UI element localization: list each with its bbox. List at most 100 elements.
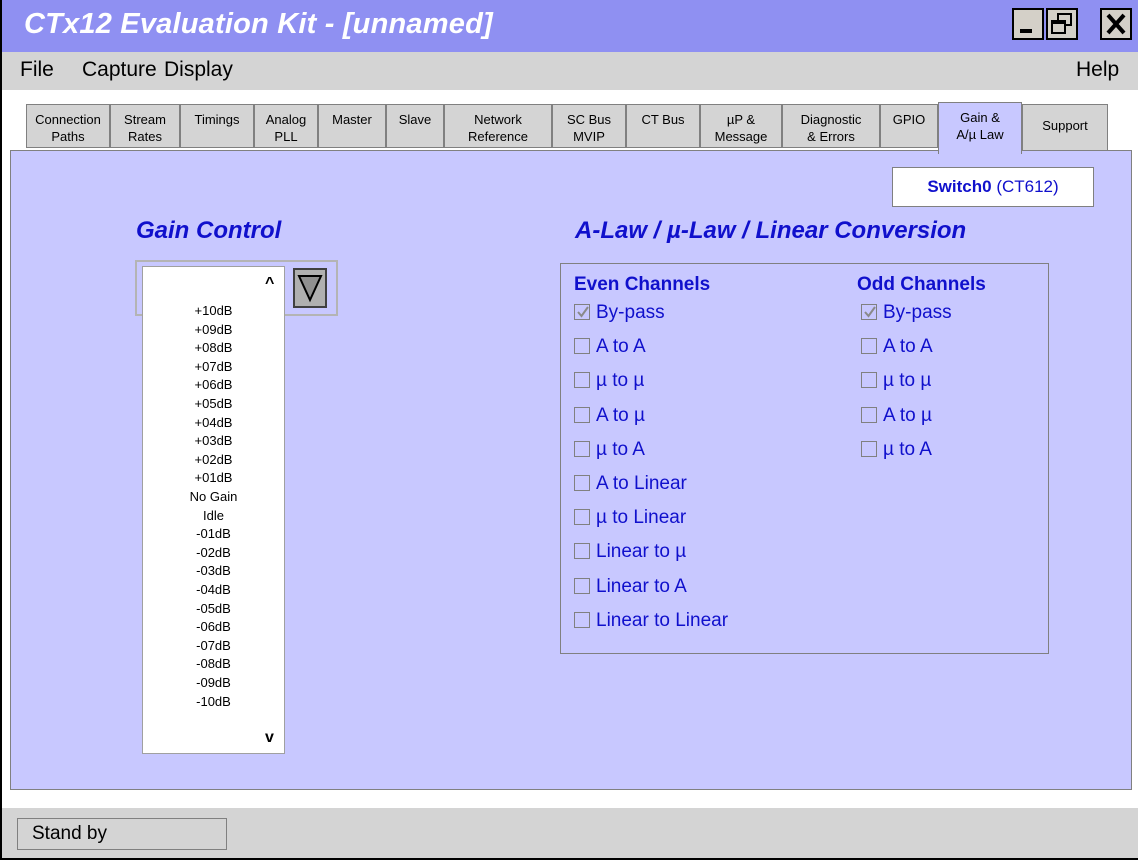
checkmark-icon [577,306,589,318]
minimize-button[interactable] [1012,8,1044,40]
option-label: A to A [596,336,646,358]
odd-option-by-pass[interactable]: By-pass [861,302,952,324]
tab-timings[interactable]: Timings [180,104,254,148]
menu-bar: File Capture Display Help [2,52,1138,90]
option-label: µ to A [596,438,645,460]
gain-option[interactable]: -03dB [143,563,284,578]
checkbox[interactable] [574,509,590,526]
gain-option[interactable]: +10dB [143,303,284,318]
gain-option[interactable]: -05dB [143,601,284,616]
gain-listbox[interactable]: ^ +10dB +09dB +08dB +07dB +06dB +05dB +04dB +03… [142,266,285,754]
tab-stream-rates[interactable]: Stream Rates [110,104,180,148]
checkbox[interactable] [574,338,590,355]
option-label: Linear to Linear [596,609,729,631]
checkbox[interactable] [574,577,590,594]
checkbox[interactable] [861,406,877,423]
checkbox[interactable] [574,611,590,628]
checkbox[interactable] [861,372,877,389]
tab-label-line2: Rates [128,129,162,144]
tab-label-line1: CT Bus [641,112,685,127]
title-bar: CTx12 Evaluation Kit - [unnamed] [2,0,1138,52]
gain-option[interactable]: +02dB [143,452,284,467]
even-option--to[interactable]: µ to µ [574,370,644,392]
gain-option[interactable]: -06dB [143,619,284,634]
tab-slave[interactable]: Slave [386,104,444,148]
checkbox[interactable] [574,304,590,320]
odd-option--to[interactable]: µ to µ [861,370,931,392]
gain-option[interactable]: Idle [143,508,284,523]
menu-help[interactable]: Help [1076,58,1119,82]
gain-option[interactable]: +05dB [143,396,284,411]
checkbox[interactable] [574,475,590,491]
checkbox[interactable] [574,440,590,457]
tab-label-line1: Slave [398,112,432,127]
tab-gain-alaw[interactable]: Gain & A/µ Law [938,102,1022,154]
option-label: µ to µ [883,370,932,392]
tab-label-line2: A/µ Law [956,127,1004,142]
tab-support[interactable]: Support [1022,104,1108,154]
gain-option[interactable]: +01dB [143,470,284,485]
odd-option-a-to[interactable]: A to µ [861,405,932,427]
switch-label: Switch0 (CT612) [892,167,1094,207]
gain-option[interactable]: +07dB [143,359,284,374]
even-option-by-pass[interactable]: By-pass [574,302,665,324]
checkbox[interactable] [861,338,877,355]
menu-display[interactable]: Display [164,58,233,82]
option-label: A to A [883,336,933,358]
tab-up-message[interactable]: µP & Message [700,104,782,148]
conversion-heading: A-Law / µ-Law / Linear Conversion [575,217,967,244]
menu-file[interactable]: File [20,58,54,82]
gain-option[interactable]: No Gain [143,489,284,504]
even-option-a-to[interactable]: A to µ [574,405,645,427]
tab-strip: Connection Paths Stream Rates Timings Anal… [2,90,1138,154]
even-option-a-to-a[interactable]: A to A [574,336,646,358]
even-option-linear-to[interactable]: Linear to µ [574,541,686,563]
menu-capture[interactable]: Capture [82,58,157,82]
tab-network-reference[interactable]: Network Reference [444,104,552,148]
minimize-icon [1020,29,1032,33]
gain-option[interactable]: -10dB [143,694,284,709]
gain-option[interactable]: -08dB [143,656,284,671]
gain-option[interactable]: +09dB [143,322,284,337]
tab-label-line1: GPIO [892,112,926,127]
even-option-a-to-linear[interactable]: A to Linear [574,473,687,495]
gain-dropdown-button[interactable] [293,268,327,308]
gain-option[interactable]: +04dB [143,415,284,430]
maximize-button[interactable] [1046,8,1078,40]
checkbox[interactable] [574,406,590,423]
even-option-linear-to-linear[interactable]: Linear to Linear [574,610,728,632]
tab-diagnostic-errors[interactable]: Diagnostic & Errors [782,104,880,148]
gain-option[interactable]: -09dB [143,675,284,690]
gain-option[interactable]: -04dB [143,582,284,597]
gain-option[interactable]: +03dB [143,433,284,448]
checkbox[interactable] [861,440,877,457]
tab-label-line1: Network [474,112,522,127]
gain-option[interactable]: +06dB [143,377,284,392]
gain-option[interactable]: -01dB [143,526,284,541]
checkbox[interactable] [861,304,877,320]
tab-gpio[interactable]: GPIO [880,104,938,148]
tab-connection-paths[interactable]: Connection Paths [26,104,110,148]
scroll-down-icon[interactable]: v [265,729,274,747]
checkbox[interactable] [574,543,590,560]
odd-channels-title: Odd Channels [857,274,986,295]
gain-option[interactable]: +08dB [143,340,284,355]
even-option--to-a[interactable]: µ to A [574,439,645,461]
odd-option--to-a[interactable]: µ to A [861,439,932,461]
checkbox[interactable] [574,372,590,389]
tab-master[interactable]: Master [318,104,386,148]
even-option-linear-to-a[interactable]: Linear to A [574,576,687,598]
tab-ct-bus[interactable]: CT Bus [626,104,700,148]
close-icon [1106,13,1126,35]
scroll-up-icon[interactable]: ^ [265,275,274,293]
triangle-down-icon [297,275,323,303]
even-option--to-linear[interactable]: µ to Linear [574,507,686,529]
gain-option[interactable]: -02dB [143,545,284,560]
gain-option[interactable]: -07dB [143,638,284,653]
conversion-group: Even Channels Odd Channels By-pass A to A… [560,263,1049,654]
close-button[interactable] [1100,8,1132,40]
tab-label-line1: Analog [265,112,307,127]
odd-option-a-to-a[interactable]: A to A [861,336,933,358]
tab-sc-bus-mvip[interactable]: SC Bus MVIP [552,104,626,148]
tab-analog-pll[interactable]: Analog PLL [254,104,318,148]
